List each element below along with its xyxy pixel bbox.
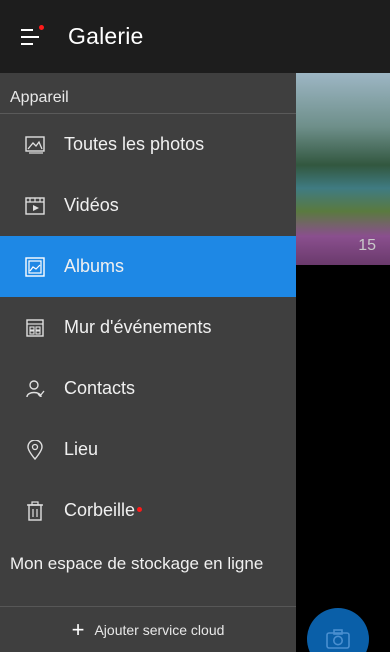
- menu-button[interactable]: [8, 14, 54, 60]
- nav-label: Lieu: [64, 439, 99, 459]
- navigation-drawer: Appareil Toutes les photos Vidéos Albums…: [0, 73, 296, 652]
- trash-notification-dot: [137, 506, 143, 512]
- app-title: Galerie: [68, 23, 144, 49]
- cloud-storage-header: Mon espace de stockage en ligne: [10, 554, 264, 573]
- location-icon: [24, 439, 46, 461]
- video-icon: [24, 195, 46, 217]
- nav-item-contacts[interactable]: Contacts: [0, 358, 296, 419]
- album-count: 15: [358, 237, 376, 254]
- nav-item-event-wall[interactable]: Mur d'événements: [0, 297, 296, 358]
- app-bar: Galerie: [0, 0, 390, 73]
- plus-icon: +: [71, 617, 85, 642]
- hamburger-icon: [21, 28, 41, 45]
- gallery-screen: 15 Galerie Appareil Toutes les photos Vi…: [0, 0, 390, 652]
- photos-icon: [24, 134, 46, 156]
- nav-item-albums[interactable]: Albums: [0, 236, 296, 297]
- nav-label: Contacts: [64, 378, 136, 398]
- camera-icon: [326, 629, 350, 649]
- nav-label-trash: Corbeille: [64, 500, 143, 521]
- nav-label: Vidéos: [64, 195, 119, 215]
- nav-label: Albums: [64, 256, 125, 276]
- nav-label: Mur d'événements: [64, 317, 212, 337]
- add-cloud-label: Ajouter service cloud: [94, 622, 225, 638]
- add-cloud-service-button[interactable]: + Ajouter service cloud: [0, 606, 296, 652]
- nav-item-videos[interactable]: Vidéos: [0, 175, 296, 236]
- nav-label: Corbeille: [64, 500, 136, 520]
- albums-icon: [24, 256, 46, 278]
- album-thumbnail[interactable]: 15: [296, 73, 390, 265]
- nav-label: Toutes les photos: [64, 134, 205, 154]
- notification-dot: [39, 24, 44, 30]
- section-header-device: Appareil: [0, 73, 296, 114]
- events-icon: [24, 317, 46, 339]
- camera-button[interactable]: [307, 608, 369, 652]
- contacts-icon: [24, 378, 46, 400]
- nav-item-all-photos[interactable]: Toutes les photos: [0, 114, 296, 175]
- trash-icon: [24, 500, 46, 522]
- nav-item-trash[interactable]: Corbeille: [0, 480, 296, 541]
- nav-item-location[interactable]: Lieu: [0, 419, 296, 480]
- nav-list: Toutes les photos Vidéos Albums Mur d'év…: [0, 114, 296, 541]
